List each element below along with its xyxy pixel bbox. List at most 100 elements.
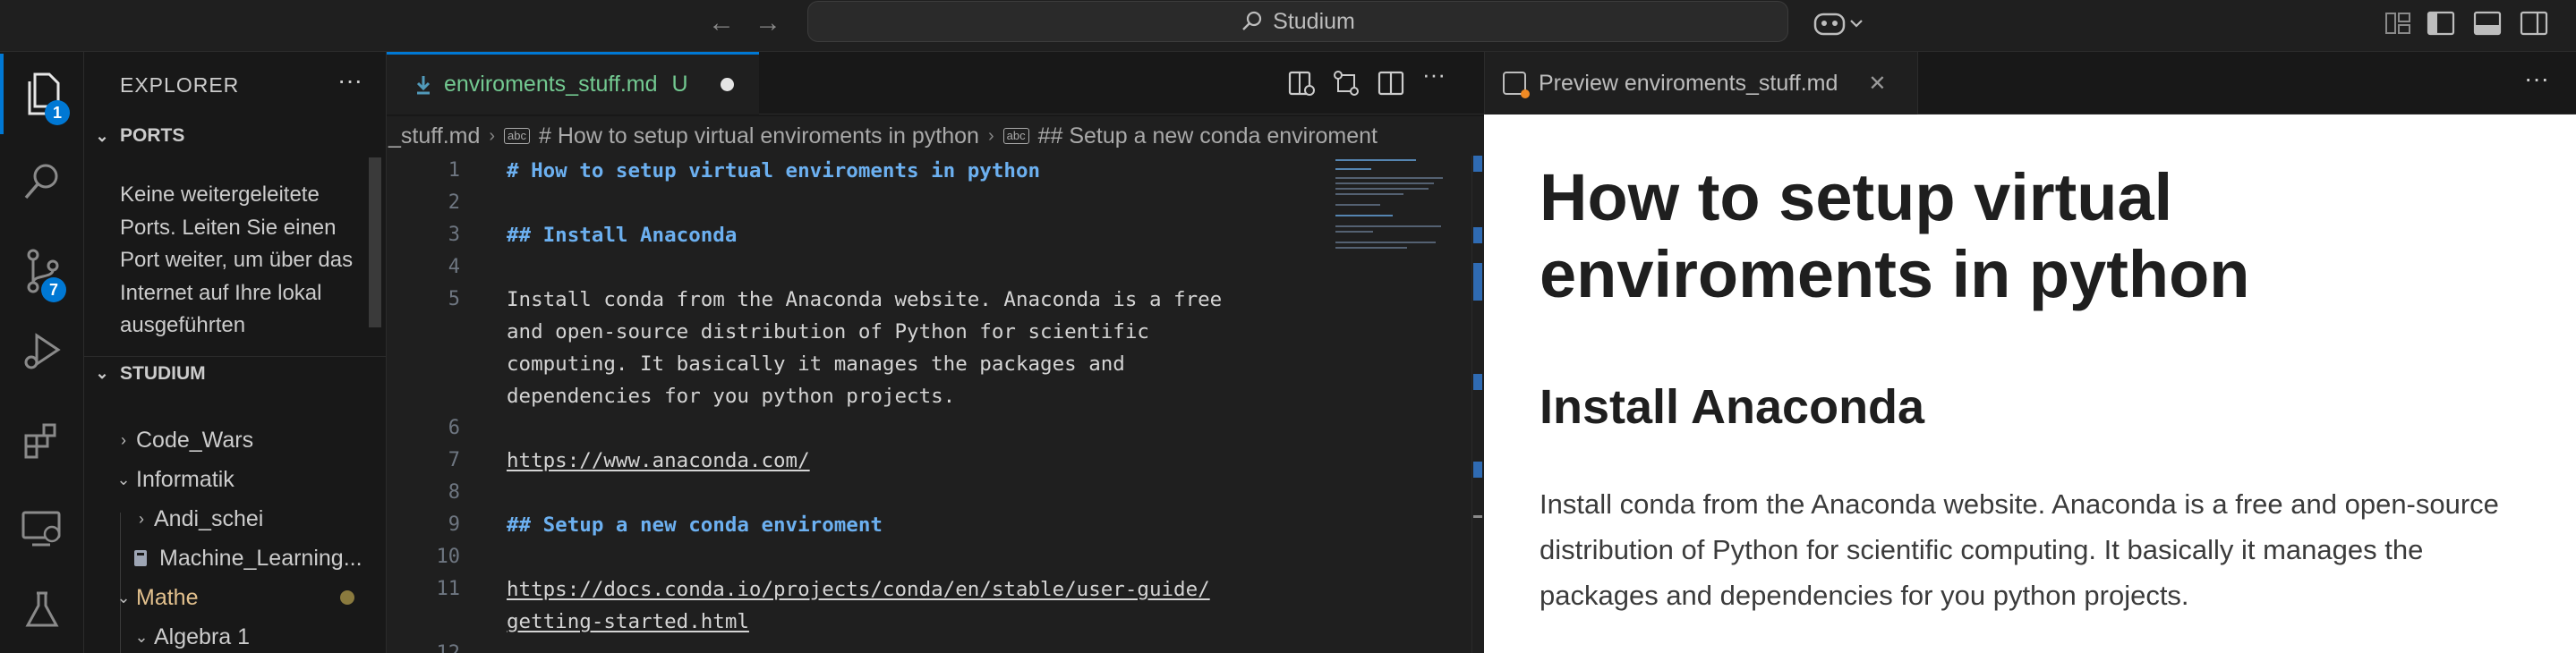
tree-item-label: Machine_Learning...: [159, 545, 363, 571]
notebook-icon: [134, 550, 147, 566]
extensions-activity[interactable]: [0, 401, 84, 481]
code-line-5d: dependencies for you python projects.: [507, 385, 956, 408]
tree-item-label: Informatik: [136, 466, 235, 492]
open-preview-icon[interactable]: [1285, 68, 1318, 98]
unsaved-dot-icon[interactable]: [720, 78, 734, 91]
code-line-5a: Install conda from the Anaconda website.…: [507, 288, 1223, 311]
ports-header-label: PORTS: [120, 125, 185, 146]
code-line-9: ## Setup a new conda enviroment: [507, 513, 883, 537]
untracked-status: U: [671, 72, 688, 97]
testing-activity[interactable]: [0, 569, 84, 649]
line-number: 5: [448, 288, 460, 310]
ports-section-header[interactable]: ⌄ PORTS: [84, 119, 386, 153]
tree-item-code-wars[interactable]: › Code_Wars: [84, 420, 386, 460]
code-line-11a: https://docs.conda.io/projects/conda/en/…: [507, 578, 1210, 601]
activity-bar: 1 7: [0, 52, 84, 653]
chevron-right-icon: ›: [489, 125, 496, 146]
run-debug-activity[interactable]: [0, 311, 84, 392]
scroll-marker: [1473, 227, 1482, 243]
toggle-panel-icon[interactable]: [2470, 8, 2504, 38]
explorer-activity[interactable]: 1: [0, 54, 84, 134]
search-label: Studium: [1273, 8, 1355, 34]
more-actions-icon[interactable]: ···: [337, 66, 363, 95]
toggle-secondary-sidebar-icon[interactable]: [2517, 8, 2551, 38]
flask-icon: [25, 591, 59, 627]
customize-layout-icon[interactable]: [2381, 8, 2415, 38]
scroll-marker: [1473, 263, 1482, 301]
code-line-5b: and open-source distribution of Python f…: [507, 320, 1149, 343]
chevron-down-icon: ⌄: [95, 364, 109, 382]
explorer-badge: 1: [45, 100, 70, 125]
open-changes-icon[interactable]: [1330, 68, 1362, 98]
split-editor-icon[interactable]: [1375, 68, 1407, 98]
line-number: 9: [448, 513, 460, 536]
tree-item-algebra-1[interactable]: ⌄ Algebra 1: [84, 617, 386, 653]
chevron-right-icon: ›: [139, 509, 144, 528]
title-bar: ← → Studium: [0, 0, 2576, 52]
tab-enviroments-stuff[interactable]: enviroments_stuff.md U: [387, 52, 759, 114]
search-icon: [1242, 11, 1262, 30]
command-center-search[interactable]: Studium: [807, 1, 1788, 42]
line-number: 11: [436, 578, 461, 600]
ports-scrollbar[interactable]: [369, 157, 381, 327]
breadcrumb-heading-1[interactable]: # How to setup virtual enviroments in py…: [539, 123, 979, 149]
line-number: 10: [436, 546, 461, 568]
line-number: 4: [448, 256, 460, 278]
chevron-right-icon: ›: [987, 125, 994, 146]
preview-icon: [1503, 72, 1530, 98]
tree-item-label: Code_Wars: [136, 427, 254, 453]
minimap[interactable]: [1334, 156, 1450, 263]
preview-heading-2: Install Anaconda: [1540, 380, 1925, 434]
chevron-down-icon: ⌄: [95, 126, 109, 145]
tab-label: enviroments_stuff.md: [444, 72, 658, 97]
extensions-icon: [24, 423, 56, 459]
studium-header-label: STUDIUM: [120, 362, 206, 384]
close-icon[interactable]: ✕: [1868, 71, 1886, 97]
preview-heading-1: How to setup virtual enviroments in pyth…: [1540, 160, 2250, 311]
copilot-icon[interactable]: [1812, 8, 1867, 38]
chevron-right-icon: ›: [121, 430, 126, 449]
line-number: 2: [448, 191, 460, 214]
source-control-badge: 7: [41, 277, 66, 302]
arrow-right-icon[interactable]: →: [750, 5, 786, 41]
source-control-activity[interactable]: 7: [0, 231, 84, 311]
studium-section-header[interactable]: ⌄ STUDIUM: [84, 356, 386, 390]
code-line-3: ## Install Anaconda: [507, 224, 738, 247]
breadcrumb-file[interactable]: _stuff.md: [388, 123, 480, 149]
search-icon: [24, 164, 58, 199]
scroll-marker: [1473, 462, 1482, 478]
breadcrumb-heading-2[interactable]: ## Setup a new conda enviroment: [1038, 123, 1378, 149]
code-line-11b: getting-started.html: [507, 610, 749, 633]
more-actions-icon[interactable]: ···: [2524, 64, 2549, 93]
toggle-primary-sidebar-icon[interactable]: [2424, 8, 2458, 38]
editor-tab-bar: enviroments_stuff.md U ···: [387, 52, 1484, 114]
line-number: 8: [448, 481, 460, 504]
line-number: 3: [448, 224, 460, 246]
code-editor[interactable]: 1 2 3 4 5 6 7 8 9 10 11 12 # How to setu…: [387, 156, 1484, 653]
scroll-marker: [1473, 515, 1482, 518]
arrow-left-icon[interactable]: ←: [704, 5, 739, 41]
run-debug-icon: [24, 333, 61, 369]
heading-symbol-icon: abc: [504, 128, 531, 144]
tab-label: Preview enviroments_stuff.md: [1539, 70, 1838, 96]
remote-explorer-activity[interactable]: [0, 488, 84, 569]
search-activity[interactable]: [0, 141, 84, 222]
line-number: 12: [387, 642, 461, 653]
markdown-file-icon: [416, 75, 431, 94]
more-actions-icon[interactable]: ···: [1418, 61, 1450, 91]
chevron-down-icon: ⌄: [116, 470, 131, 488]
tree-item-informatik[interactable]: ⌄ Informatik: [84, 460, 386, 499]
remote-explorer-icon: [21, 511, 61, 547]
tree-item-label: Algebra 1: [154, 623, 251, 649]
preview-paragraph: Install conda from the Anaconda website.…: [1540, 488, 2499, 611]
line-number: 1: [448, 159, 460, 182]
tree-item-machine-learning[interactable]: Machine_Learning...: [84, 539, 386, 578]
line-number: 6: [448, 417, 460, 439]
tree-item-andi-schei[interactable]: › Andi_schei: [84, 499, 386, 539]
code-line-7: https://www.anaconda.com/: [507, 449, 810, 472]
tab-preview[interactable]: Preview enviroments_stuff.md ✕: [1485, 52, 1918, 114]
heading-symbol-icon: abc: [1002, 128, 1029, 144]
modified-dot: [340, 590, 354, 605]
chevron-down-icon: ⌄: [116, 588, 131, 606]
markdown-preview: How to setup virtual enviroments in pyth…: [1484, 114, 2576, 653]
